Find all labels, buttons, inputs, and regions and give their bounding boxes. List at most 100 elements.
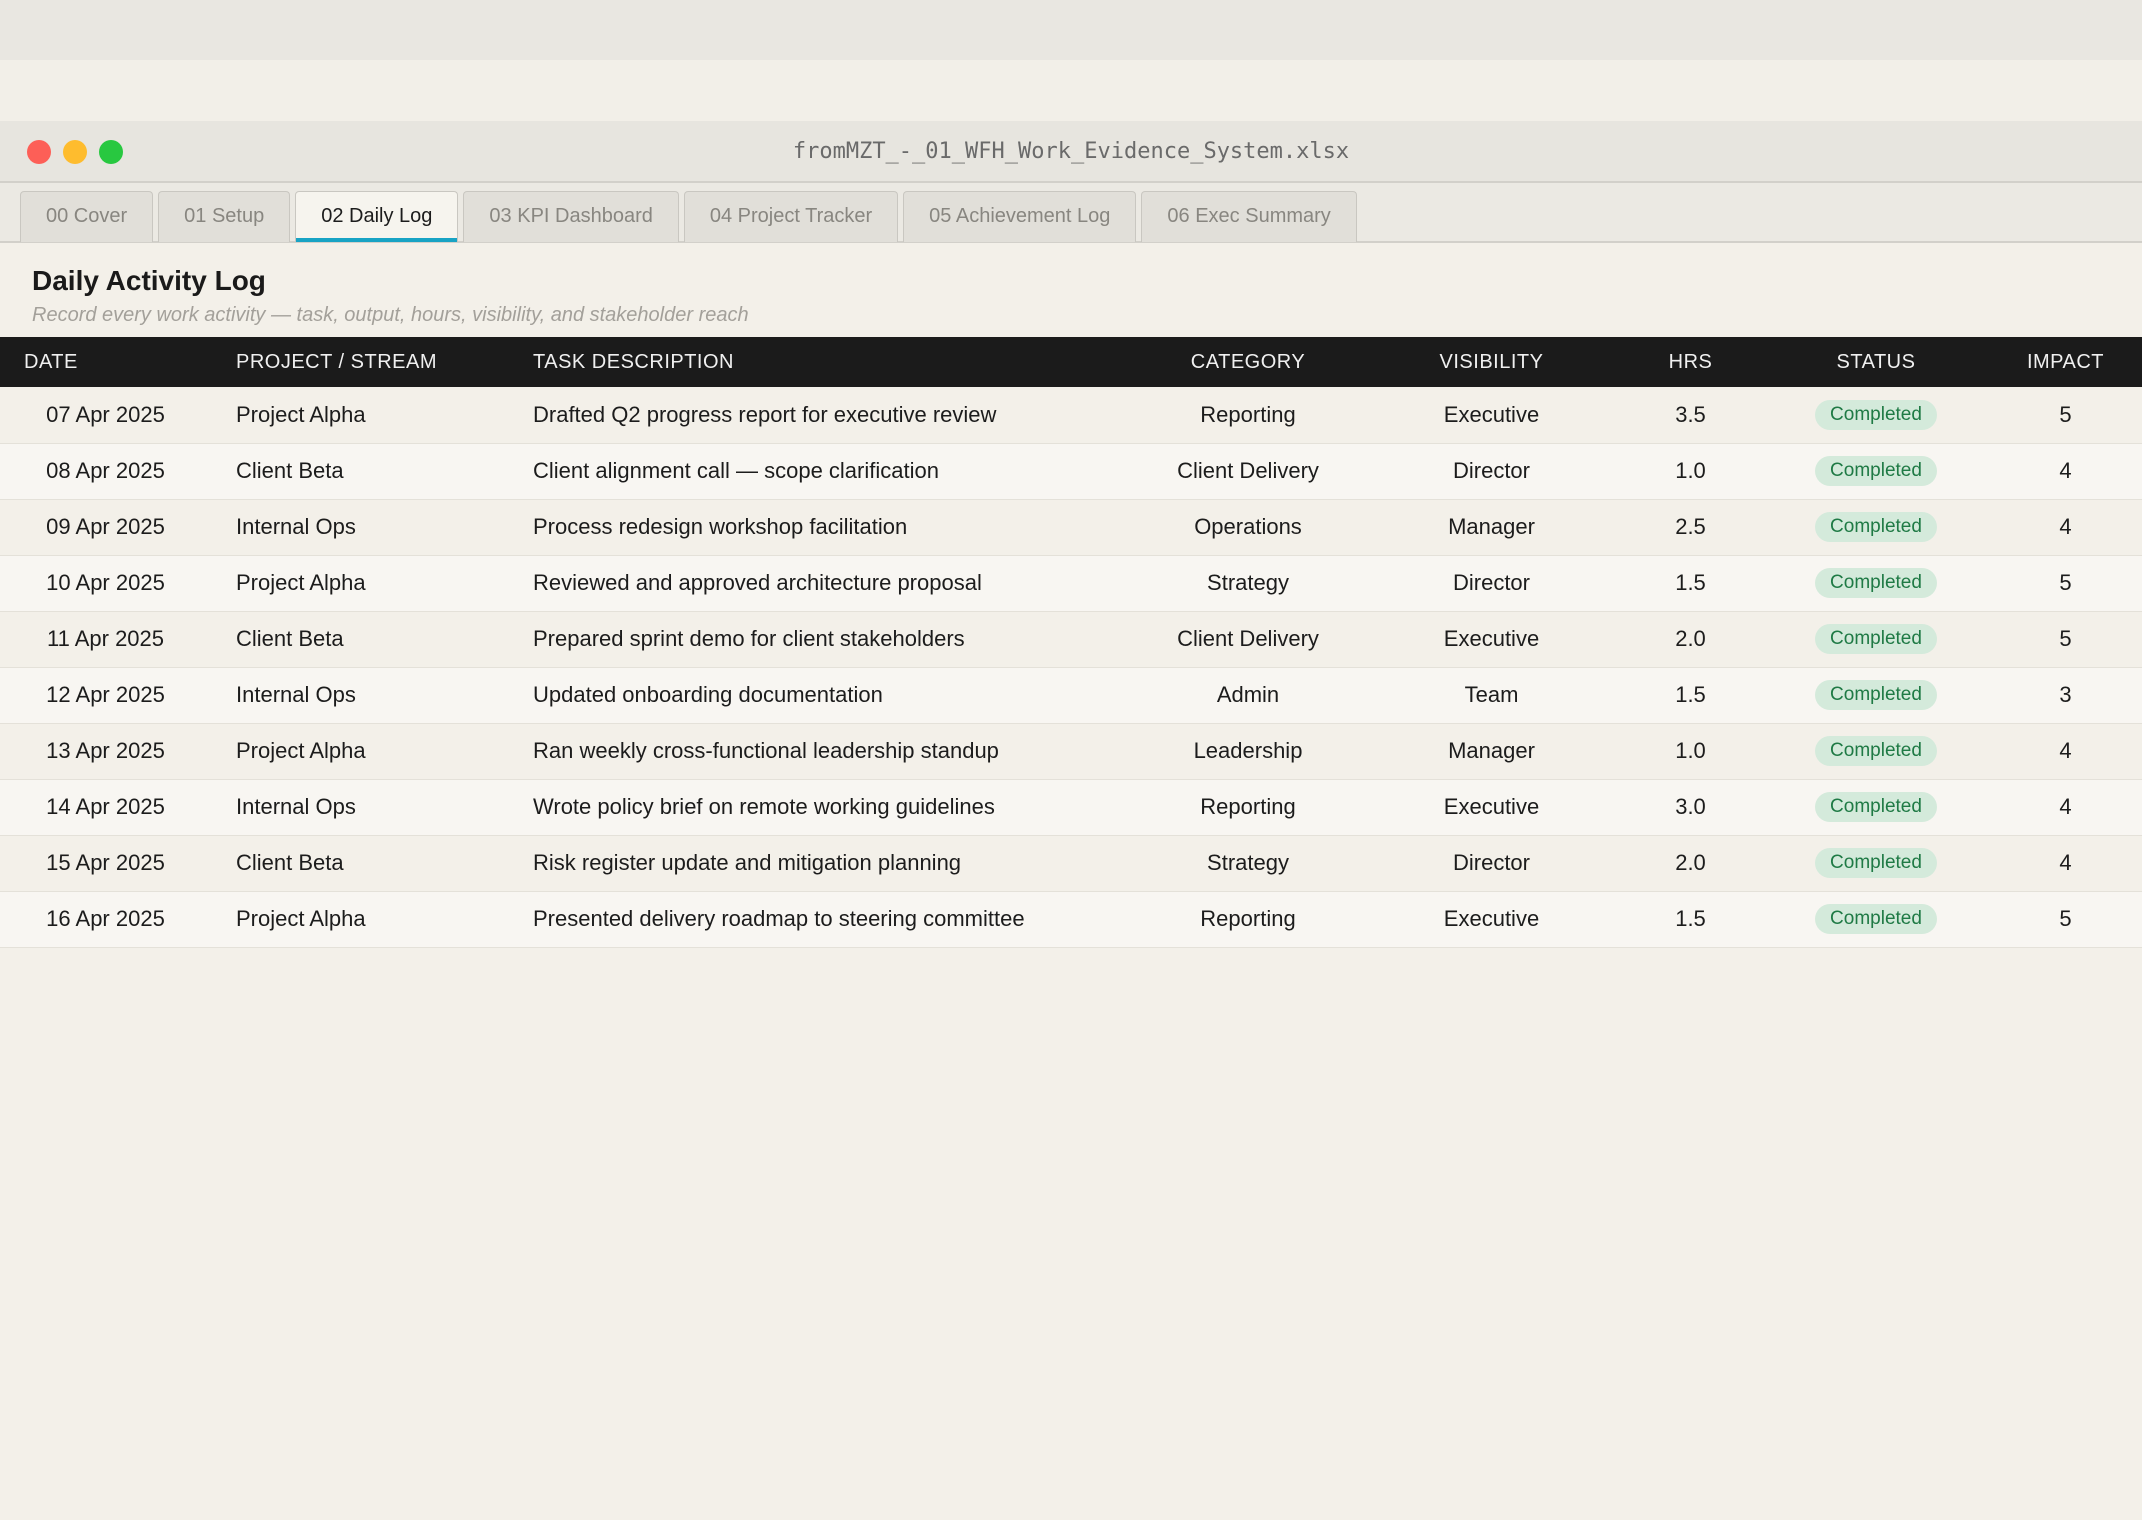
table-row[interactable]: 16 Apr 2025 Project Alpha Presented deli…: [0, 891, 2142, 947]
date-cell[interactable]: 16 Apr 2025: [0, 891, 211, 947]
status-cell[interactable]: Completed: [1763, 611, 1989, 667]
visibility-cell[interactable]: Executive: [1365, 779, 1618, 835]
impact-cell[interactable]: 5: [1989, 611, 2142, 667]
column-header-hrs[interactable]: HRS: [1618, 337, 1763, 387]
task-cell[interactable]: Drafted Q2 progress report for executive…: [508, 387, 1131, 443]
table-row[interactable]: 14 Apr 2025 Internal Ops Wrote policy br…: [0, 779, 2142, 835]
table-row[interactable]: 15 Apr 2025 Client Beta Risk register up…: [0, 835, 2142, 891]
visibility-cell[interactable]: Director: [1365, 443, 1618, 499]
project-cell[interactable]: Project Alpha: [211, 891, 508, 947]
category-cell[interactable]: Strategy: [1131, 835, 1365, 891]
visibility-cell[interactable]: Executive: [1365, 387, 1618, 443]
table-row[interactable]: 09 Apr 2025 Internal Ops Process redesig…: [0, 499, 2142, 555]
column-header-status[interactable]: STATUS: [1763, 337, 1989, 387]
impact-cell[interactable]: 3: [1989, 667, 2142, 723]
task-cell[interactable]: Client alignment call — scope clarificat…: [508, 443, 1131, 499]
status-cell[interactable]: Completed: [1763, 723, 1989, 779]
status-cell[interactable]: Completed: [1763, 891, 1989, 947]
hrs-cell[interactable]: 2.5: [1618, 499, 1763, 555]
status-cell[interactable]: Completed: [1763, 835, 1989, 891]
category-cell[interactable]: Reporting: [1131, 779, 1365, 835]
category-cell[interactable]: Leadership: [1131, 723, 1365, 779]
project-cell[interactable]: Client Beta: [211, 835, 508, 891]
impact-cell[interactable]: 5: [1989, 891, 2142, 947]
status-cell[interactable]: Completed: [1763, 499, 1989, 555]
project-cell[interactable]: Internal Ops: [211, 667, 508, 723]
task-cell[interactable]: Wrote policy brief on remote working gui…: [508, 779, 1131, 835]
impact-cell[interactable]: 4: [1989, 443, 2142, 499]
hrs-cell[interactable]: 1.0: [1618, 443, 1763, 499]
tab-achievement-log[interactable]: 05 Achievement Log: [903, 191, 1137, 242]
project-cell[interactable]: Project Alpha: [211, 387, 508, 443]
hrs-cell[interactable]: 1.5: [1618, 555, 1763, 611]
project-cell[interactable]: Client Beta: [211, 443, 508, 499]
impact-cell[interactable]: 4: [1989, 499, 2142, 555]
table-row[interactable]: 08 Apr 2025 Client Beta Client alignment…: [0, 443, 2142, 499]
category-cell[interactable]: Admin: [1131, 667, 1365, 723]
status-cell[interactable]: Completed: [1763, 443, 1989, 499]
column-header-task[interactable]: TASK DESCRIPTION: [508, 337, 1131, 387]
column-header-date[interactable]: DATE: [0, 337, 211, 387]
hrs-cell[interactable]: 3.0: [1618, 779, 1763, 835]
visibility-cell[interactable]: Team: [1365, 667, 1618, 723]
status-cell[interactable]: Completed: [1763, 555, 1989, 611]
tab-exec-summary[interactable]: 06 Exec Summary: [1141, 191, 1357, 242]
column-header-category[interactable]: CATEGORY: [1131, 337, 1365, 387]
impact-cell[interactable]: 5: [1989, 387, 2142, 443]
column-header-project[interactable]: PROJECT / STREAM: [211, 337, 508, 387]
task-cell[interactable]: Risk register update and mitigation plan…: [508, 835, 1131, 891]
visibility-cell[interactable]: Executive: [1365, 611, 1618, 667]
date-cell[interactable]: 15 Apr 2025: [0, 835, 211, 891]
tab-cover[interactable]: 00 Cover: [20, 191, 154, 242]
hrs-cell[interactable]: 2.0: [1618, 835, 1763, 891]
hrs-cell[interactable]: 1.0: [1618, 723, 1763, 779]
category-cell[interactable]: Reporting: [1131, 387, 1365, 443]
table-row[interactable]: 11 Apr 2025 Client Beta Prepared sprint …: [0, 611, 2142, 667]
task-cell[interactable]: Updated onboarding documentation: [508, 667, 1131, 723]
category-cell[interactable]: Strategy: [1131, 555, 1365, 611]
hrs-cell[interactable]: 3.5: [1618, 387, 1763, 443]
category-cell[interactable]: Operations: [1131, 499, 1365, 555]
impact-cell[interactable]: 4: [1989, 723, 2142, 779]
visibility-cell[interactable]: Executive: [1365, 891, 1618, 947]
table-row[interactable]: 13 Apr 2025 Project Alpha Ran weekly cro…: [0, 723, 2142, 779]
project-cell[interactable]: Internal Ops: [211, 499, 508, 555]
tab-kpi-dashboard[interactable]: 03 KPI Dashboard: [463, 191, 679, 242]
project-cell[interactable]: Project Alpha: [211, 555, 508, 611]
status-cell[interactable]: Completed: [1763, 387, 1989, 443]
impact-cell[interactable]: 4: [1989, 835, 2142, 891]
date-cell[interactable]: 09 Apr 2025: [0, 499, 211, 555]
task-cell[interactable]: Prepared sprint demo for client stakehol…: [508, 611, 1131, 667]
table-row[interactable]: 07 Apr 2025 Project Alpha Drafted Q2 pro…: [0, 387, 2142, 443]
visibility-cell[interactable]: Manager: [1365, 499, 1618, 555]
impact-cell[interactable]: 5: [1989, 555, 2142, 611]
status-cell[interactable]: Completed: [1763, 667, 1989, 723]
task-cell[interactable]: Ran weekly cross-functional leadership s…: [508, 723, 1131, 779]
category-cell[interactable]: Client Delivery: [1131, 443, 1365, 499]
date-cell[interactable]: 13 Apr 2025: [0, 723, 211, 779]
date-cell[interactable]: 07 Apr 2025: [0, 387, 211, 443]
visibility-cell[interactable]: Director: [1365, 555, 1618, 611]
project-cell[interactable]: Project Alpha: [211, 723, 508, 779]
category-cell[interactable]: Reporting: [1131, 891, 1365, 947]
tab-project-tracker[interactable]: 04 Project Tracker: [683, 191, 899, 242]
table-row[interactable]: 12 Apr 2025 Internal Ops Updated onboard…: [0, 667, 2142, 723]
category-cell[interactable]: Client Delivery: [1131, 611, 1365, 667]
tab-daily-log[interactable]: 02 Daily Log: [295, 191, 459, 242]
date-cell[interactable]: 11 Apr 2025: [0, 611, 211, 667]
hrs-cell[interactable]: 1.5: [1618, 891, 1763, 947]
project-cell[interactable]: Internal Ops: [211, 779, 508, 835]
table-row[interactable]: 10 Apr 2025 Project Alpha Reviewed and a…: [0, 555, 2142, 611]
hrs-cell[interactable]: 2.0: [1618, 611, 1763, 667]
task-cell[interactable]: Presented delivery roadmap to steering c…: [508, 891, 1131, 947]
hrs-cell[interactable]: 1.5: [1618, 667, 1763, 723]
tab-setup[interactable]: 01 Setup: [158, 191, 291, 242]
task-cell[interactable]: Reviewed and approved architecture propo…: [508, 555, 1131, 611]
column-header-visibility[interactable]: VISIBILITY: [1365, 337, 1618, 387]
status-cell[interactable]: Completed: [1763, 779, 1989, 835]
impact-cell[interactable]: 4: [1989, 779, 2142, 835]
date-cell[interactable]: 14 Apr 2025: [0, 779, 211, 835]
task-cell[interactable]: Process redesign workshop facilitation: [508, 499, 1131, 555]
project-cell[interactable]: Client Beta: [211, 611, 508, 667]
date-cell[interactable]: 08 Apr 2025: [0, 443, 211, 499]
